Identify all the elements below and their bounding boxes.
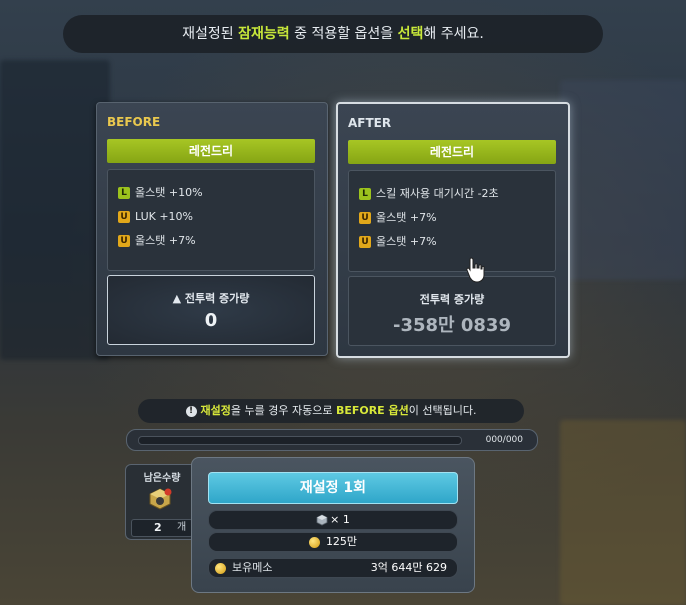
background-block: [0, 60, 110, 360]
held-meso-label-group: 보유메소: [215, 559, 272, 577]
after-power-value: -358만 0839: [393, 315, 511, 336]
legendary-grade-icon: L: [118, 187, 130, 199]
background-block: [560, 420, 686, 605]
info-icon: !: [185, 405, 197, 417]
before-option-3: U 올스탯 +7%: [118, 234, 196, 248]
before-grade-bar: 레전드리: [107, 139, 315, 163]
cube-cost-row: × 1: [208, 510, 458, 530]
remaining-unit: 개: [177, 522, 187, 533]
before-power-label: ▲ 전투력 증가량: [172, 292, 250, 305]
after-grade-bar: 레전드리: [348, 140, 556, 164]
option-text: LUK +10%: [135, 210, 194, 223]
notice-text-2: 이 선택됩니다.: [408, 404, 477, 417]
cube-cost: × 1: [330, 513, 350, 526]
reset-panel: 재설정 1회 × 1 125만 보유메소 3억 644만 629: [191, 457, 475, 593]
before-power-box: ▲ 전투력 증가량 0: [107, 275, 315, 345]
progress-text: 000/000: [485, 435, 523, 445]
after-options-box: L 스킬 재사용 대기시간 -2초 U 올스탯 +7% U 올스탯 +7%: [348, 170, 556, 272]
before-options-box: L 올스탯 +10% U LUK +10% U 올스탯 +7%: [107, 169, 315, 271]
banner-highlight-potential: 잠재능력: [238, 26, 290, 42]
held-meso-row: 보유메소 3억 644만 629: [208, 558, 458, 578]
meso-cost: 125만: [325, 535, 358, 548]
reset-button[interactable]: 재설정 1회: [208, 472, 458, 504]
legendary-grade-icon: L: [359, 188, 371, 200]
option-text: 올스탯 +7%: [135, 234, 196, 247]
option-text: 스킬 재사용 대기시간 -2초: [376, 187, 499, 200]
held-meso-value: 3억 644만 629: [370, 561, 447, 574]
banner-text-2: 중 적용할 옵션을: [289, 26, 398, 42]
before-power-value: 0: [204, 310, 218, 331]
meso-coin-icon: [215, 562, 226, 574]
notice-highlight-before: BEFORE 옵션: [335, 404, 409, 417]
cube-item-icon: [149, 488, 172, 510]
banner-highlight-select: 선택: [397, 26, 424, 42]
before-panel[interactable]: BEFORE 레전드리 L 올스탯 +10% U LUK +10% U 올스탯 +7%…: [96, 102, 328, 356]
unique-grade-icon: U: [118, 235, 130, 247]
banner-text-3: 해 주세요.: [423, 26, 484, 42]
remaining-count-box: 2 개: [131, 519, 193, 537]
after-power-box: 전투력 증가량 -358만 0839: [348, 276, 556, 346]
banner-text-1: 재설정된: [182, 26, 239, 42]
notice-text-1: 을 누를 경우 자동으로: [230, 404, 336, 417]
instruction-banner: 재설정된 잠재능력 중 적용할 옵션을 선택해 주세요.: [63, 15, 603, 53]
progress-track: [138, 436, 462, 445]
remaining-count: 2: [154, 521, 162, 534]
before-option-2: U LUK +10%: [118, 210, 193, 224]
meso-cost-row: 125만: [208, 532, 458, 552]
option-text: 올스탯 +7%: [376, 235, 437, 248]
after-option-1: L 스킬 재사용 대기시간 -2초: [359, 187, 499, 201]
before-title: BEFORE: [107, 115, 161, 129]
after-panel[interactable]: AFTER 레전드리 L 스킬 재사용 대기시간 -2초 U 올스탯 +7% U 올스…: [336, 102, 570, 358]
option-text: 올스탯 +10%: [135, 186, 203, 199]
meso-coin-icon: [308, 536, 320, 548]
before-option-1: L 올스탯 +10%: [118, 186, 203, 200]
notice-highlight-reset: 재설정: [200, 404, 231, 417]
after-option-2: U 올스탯 +7%: [359, 211, 437, 225]
after-power-label: 전투력 증가량: [419, 293, 485, 306]
auto-select-notice: ! 재설정을 누를 경우 자동으로 BEFORE 옵션이 선택됩니다.: [138, 399, 524, 423]
after-option-3: U 올스탯 +7%: [359, 235, 437, 249]
cube-icon: [316, 514, 328, 526]
unique-grade-icon: U: [359, 236, 371, 248]
option-text: 올스탯 +7%: [376, 211, 437, 224]
hand-cursor-icon: [466, 257, 485, 283]
background-block: [560, 80, 686, 280]
remaining-title: 남은수량: [143, 473, 181, 484]
remaining-cube-panel: 남은수량 2 개: [125, 464, 199, 540]
after-title: AFTER: [348, 116, 392, 130]
unique-grade-icon: U: [118, 211, 130, 223]
held-meso-label: 보유메소: [232, 561, 273, 574]
progress-bar: 000/000: [126, 429, 538, 451]
unique-grade-icon: U: [359, 212, 371, 224]
